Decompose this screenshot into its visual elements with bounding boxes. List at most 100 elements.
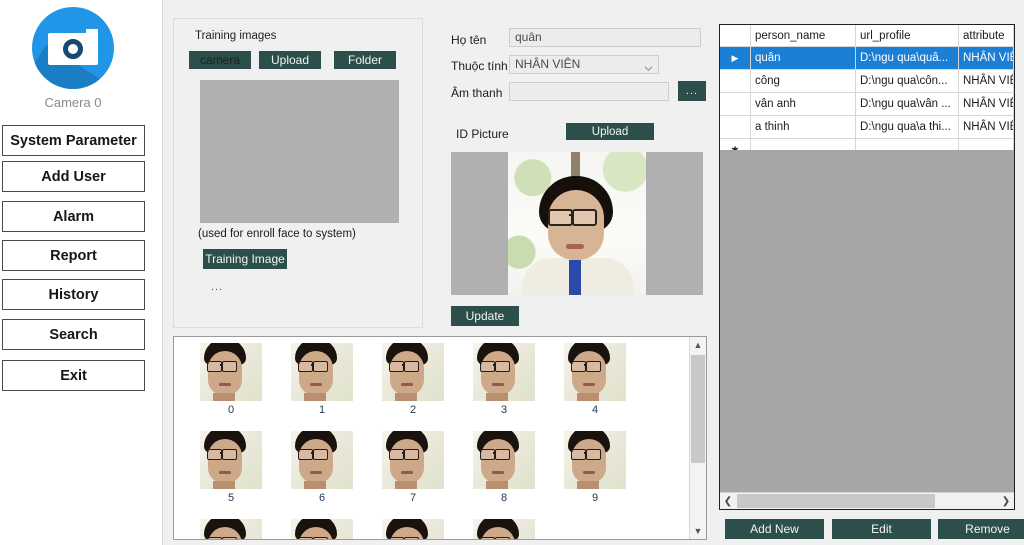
attribute-select[interactable]: NHÂN VIÊN [509,55,659,74]
edit-button[interactable]: Edit [832,519,931,539]
sidebar-item-exit[interactable]: Exit [2,360,145,391]
remove-button[interactable]: Remove [938,519,1024,539]
sidebar-item-report[interactable]: Report [2,240,145,271]
cell-person-name[interactable]: a thinh [751,116,856,139]
face-thumbnail-item[interactable] [368,519,458,540]
sound-input[interactable] [509,82,669,101]
app-window: Camera 0 System Parameter Add User Alarm… [0,0,1024,545]
row-selector-cell[interactable] [720,116,751,139]
id-picture-label: ID Picture [456,127,509,141]
grid-empty-area [720,150,1014,491]
column-header-person-name[interactable]: person_name [751,25,856,47]
face-thumbnail-image[interactable] [382,431,444,489]
scroll-right-icon[interactable]: ❯ [998,493,1014,509]
cell-url-profile[interactable]: D:\ngu qua\vân ... [856,93,959,116]
table-row[interactable]: côngD:\ngu qua\côn...NHÂN VIÊN [720,70,1014,93]
sidebar-item-history[interactable]: History [2,279,145,310]
face-thumbnail-label: 1 [277,404,367,416]
face-thumbnail-label: 2 [368,404,458,416]
face-thumbnail-item[interactable]: 8 [459,431,549,504]
update-button[interactable]: Update [451,306,519,326]
sidebar-item-alarm[interactable]: Alarm [2,201,145,232]
upload-button[interactable]: Upload [259,51,321,69]
face-thumbnail-image[interactable] [473,431,535,489]
face-thumbnail-item[interactable] [277,519,367,540]
grid-horizontal-scrollbar[interactable]: ❮ ❯ [720,492,1014,509]
face-thumbnail-item[interactable]: 9 [550,431,640,504]
face-thumbnail-image[interactable] [291,343,353,401]
column-header-attribute[interactable]: attribute [959,25,1014,47]
training-images-legend: Training images [192,30,279,42]
cell-url-profile[interactable]: D:\ngu qua\côn... [856,70,959,93]
id-picture-photo [508,152,646,295]
hscrollbar-thumb[interactable] [737,494,935,508]
sidebar: Camera 0 System Parameter Add User Alarm… [0,0,160,545]
cell-attribute[interactable]: NHÂN VIÊN [959,93,1014,116]
face-thumbnail-image[interactable] [291,519,353,540]
cell-person-name[interactable]: công [751,70,856,93]
face-thumbnail-item[interactable]: 0 [186,343,276,416]
face-thumbnail-image[interactable] [382,343,444,401]
status-dots: ... [211,281,223,293]
face-thumbnail-label: 8 [459,492,549,504]
face-thumbnail-image[interactable] [473,519,535,540]
face-thumbnail-image[interactable] [564,431,626,489]
sidebar-item-system-parameter[interactable]: System Parameter [2,125,145,156]
scroll-left-icon[interactable]: ❮ [720,493,736,509]
face-thumbnail-item[interactable]: 2 [368,343,458,416]
column-header-rowselector [720,25,751,47]
face-thumbnail-item[interactable]: 5 [186,431,276,504]
face-thumbnails-panel[interactable]: 01234 56789 ▲ ▼ [173,336,707,540]
sound-browse-button[interactable]: ... [678,81,706,101]
face-thumbnail-item[interactable]: 4 [550,343,640,416]
face-thumbnail-image[interactable] [564,343,626,401]
face-thumbnail-image[interactable] [200,343,262,401]
face-thumbnail-item[interactable]: 1 [277,343,367,416]
cell-url-profile[interactable]: D:\ngu qua\a thi... [856,116,959,139]
face-thumbnail-label: 4 [550,404,640,416]
face-thumbnail-image[interactable] [200,519,262,540]
cell-person-name[interactable]: vân anh [751,93,856,116]
thumbnails-vertical-scrollbar[interactable]: ▲ ▼ [689,337,706,539]
cell-url-profile[interactable]: D:\ngu qua\quâ... [856,47,959,70]
face-thumbnail-item[interactable] [459,519,549,540]
face-thumbnail-item[interactable] [186,519,276,540]
face-thumbnail-item[interactable]: 3 [459,343,549,416]
table-row[interactable]: a thinhD:\ngu qua\a thi...NHÂN VIÊN [720,116,1014,139]
scrollbar-thumb[interactable] [691,355,705,463]
scroll-up-icon[interactable]: ▲ [690,337,706,353]
face-thumbnail-item[interactable]: 7 [368,431,458,504]
camera-preview-area [200,80,399,223]
scroll-down-icon[interactable]: ▼ [690,523,706,539]
add-new-button[interactable]: Add New [725,519,824,539]
face-thumbnails-grid: 01234 56789 [174,337,686,540]
id-picture-upload-button[interactable]: Upload [566,123,654,140]
row-selector-cell[interactable] [720,70,751,93]
face-thumbnail-image[interactable] [200,431,262,489]
camera-button[interactable]: camera [189,51,251,69]
sidebar-item-add-user[interactable]: Add User [2,161,145,192]
row-selector-cell[interactable]: ▶ [720,47,751,70]
face-thumbnail-label: 7 [368,492,458,504]
camera-label: Camera 0 [0,95,146,110]
cell-attribute[interactable]: NHÂN VIÊN [959,70,1014,93]
column-header-url-profile[interactable]: url_profile [856,25,959,47]
face-thumbnail-label: 0 [186,404,276,416]
person-data-grid[interactable]: person_name url_profile attribute ▶quânD… [719,24,1015,510]
face-thumbnail-item[interactable]: 6 [277,431,367,504]
face-thumbnail-image[interactable] [291,431,353,489]
cell-attribute[interactable]: NHÂN VIÊN [959,47,1014,70]
sound-label: Âm thanh [451,86,502,100]
cell-attribute[interactable]: NHÂN VIÊN [959,116,1014,139]
folder-button[interactable]: Folder [334,51,396,69]
sidebar-item-search[interactable]: Search [2,319,145,350]
training-image-button[interactable]: Training Image [203,249,287,269]
name-input[interactable]: quân [509,28,701,47]
face-thumbnail-label: 3 [459,404,549,416]
row-selector-cell[interactable] [720,93,751,116]
face-thumbnail-image[interactable] [382,519,444,540]
face-thumbnail-image[interactable] [473,343,535,401]
table-row[interactable]: ▶quânD:\ngu qua\quâ...NHÂN VIÊN [720,47,1014,70]
table-row[interactable]: vân anhD:\ngu qua\vân ...NHÂN VIÊN [720,93,1014,116]
cell-person-name[interactable]: quân [751,47,856,70]
